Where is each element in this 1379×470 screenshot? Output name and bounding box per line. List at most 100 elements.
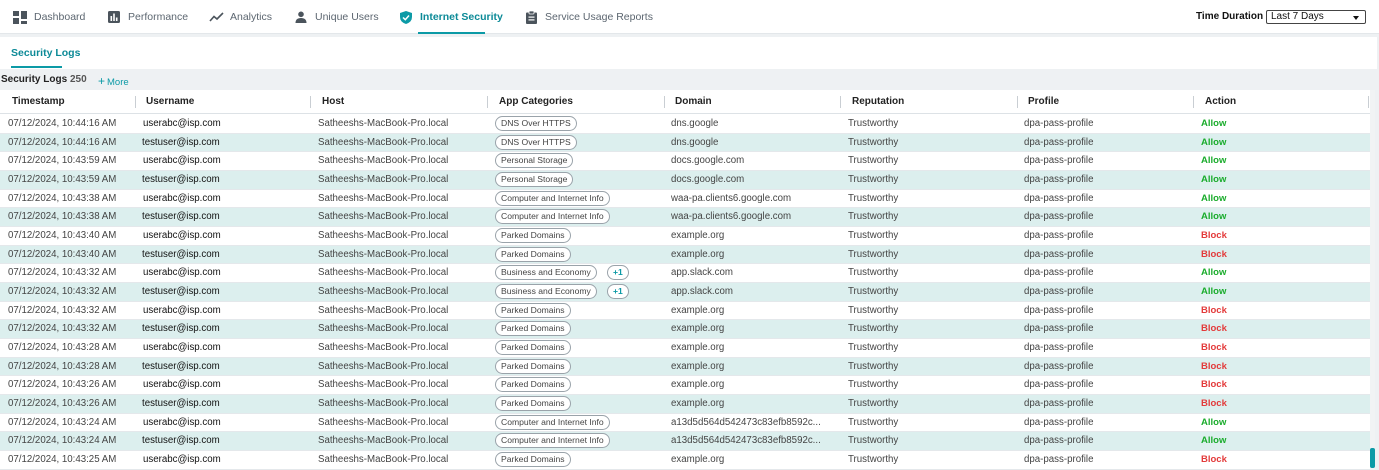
timestamp-cell: 07/12/2024, 10:43:32 AM (8, 304, 117, 316)
timestamp-cell: 07/12/2024, 10:43:24 AM (8, 435, 117, 447)
table-row[interactable]: 07/12/2024, 10:43:40 AM testuser@isp.com S… (0, 245, 1375, 265)
action-cell: Block (1201, 379, 1227, 391)
action-cell: Allow (1201, 155, 1227, 167)
scrollbar-thumb[interactable] (1370, 448, 1375, 468)
table-row[interactable]: 07/12/2024, 10:43:38 AM testuser@isp.com S… (0, 208, 1375, 227)
column-header-domain[interactable]: Domain (675, 96, 712, 107)
timestamp-cell: 07/12/2024, 10:43:28 AM (8, 360, 117, 372)
username-cell: userabc@isp.com (143, 229, 221, 241)
timestamp-cell: 07/12/2024, 10:43:38 AM (8, 192, 117, 204)
table-row[interactable]: 07/12/2024, 10:43:59 AM userabc@isp.com Sa… (0, 152, 1375, 171)
timestamp-cell: 07/12/2024, 10:43:32 AM (8, 267, 117, 279)
tab-unique-users[interactable]: Unique Users (293, 0, 379, 34)
more-categories-badge[interactable]: +1 (607, 283, 629, 299)
timestamp-cell: 07/12/2024, 10:43:26 AM (8, 397, 117, 409)
column-header-timestamp[interactable]: Timestamp (12, 96, 65, 107)
tab-service-usage-reports[interactable]: Service Usage Reports (523, 0, 653, 34)
column-divider[interactable] (1368, 96, 1369, 108)
column-divider[interactable] (1193, 96, 1194, 108)
reputation-cell: Trustworthy (848, 341, 899, 353)
table-row[interactable]: 07/12/2024, 10:43:40 AM userabc@isp.com Sa… (0, 227, 1375, 246)
column-header-action[interactable]: Action (1205, 96, 1236, 107)
domain-cell: app.slack.com (671, 285, 733, 297)
timestamp-cell: 07/12/2024, 10:43:32 AM (8, 285, 117, 297)
tab-internet-security[interactable]: Internet Security (398, 0, 503, 34)
column-header-reputation[interactable]: Reputation (852, 96, 904, 107)
domain-cell: example.org (671, 379, 725, 391)
table-row[interactable]: 07/12/2024, 10:43:25 AM userabc@isp.com Sa… (0, 451, 1375, 470)
action-cell: Allow (1201, 416, 1227, 428)
profile-cell: dpa-pass-profile (1024, 397, 1094, 409)
profile-cell: dpa-pass-profile (1024, 323, 1094, 335)
tab-dashboard[interactable]: Dashboard (12, 0, 85, 34)
table-row[interactable]: 07/12/2024, 10:43:32 AM testuser@isp.com S… (0, 282, 1375, 302)
column-header-host[interactable]: Host (322, 96, 344, 107)
column-header-profile[interactable]: Profile (1028, 96, 1059, 107)
column-divider[interactable] (135, 96, 136, 108)
table-row[interactable]: 07/12/2024, 10:43:32 AM userabc@isp.com Sa… (0, 264, 1375, 283)
table-row[interactable]: 07/12/2024, 10:44:16 AM userabc@isp.com Sa… (0, 115, 1375, 134)
action-cell: Allow (1201, 173, 1227, 185)
action-cell: Allow (1201, 435, 1227, 447)
column-divider[interactable] (487, 96, 488, 108)
more-button[interactable]: + More (98, 74, 129, 88)
domain-cell: example.org (671, 248, 725, 260)
table-row[interactable]: 07/12/2024, 10:43:59 AM testuser@isp.com S… (0, 170, 1375, 190)
table-row[interactable]: 07/12/2024, 10:43:28 AM testuser@isp.com S… (0, 357, 1375, 377)
tab-analytics[interactable]: Analytics (208, 0, 272, 34)
tab-label: Service Usage Reports (545, 11, 653, 23)
host-cell: Satheeshs-MacBook-Pro.local (318, 118, 449, 129)
clipboard-icon (523, 9, 539, 25)
domain-cell: docs.google.com (671, 173, 745, 185)
scrollbar-track[interactable] (1370, 90, 1375, 470)
table-row[interactable]: 07/12/2024, 10:43:32 AM testuser@isp.com S… (0, 320, 1375, 339)
column-header-username[interactable]: Username (146, 96, 194, 107)
action-cell: Block (1201, 304, 1227, 316)
domain-cell: example.org (671, 323, 725, 335)
table-row[interactable]: 07/12/2024, 10:43:32 AM userabc@isp.com Sa… (0, 302, 1375, 321)
table-row[interactable]: 07/12/2024, 10:43:38 AM userabc@isp.com Sa… (0, 190, 1375, 209)
column-divider[interactable] (310, 96, 311, 108)
host-cell: Satheeshs-MacBook-Pro.local (318, 248, 449, 260)
app-category-tag: Business and Economy (495, 283, 597, 299)
host-cell: Satheeshs-MacBook-Pro.local (318, 416, 449, 428)
reputation-cell: Trustworthy (848, 211, 899, 223)
username-cell: userabc@isp.com (143, 379, 221, 391)
sub-navigation: Security Logs (0, 37, 1377, 69)
reputation-cell: Trustworthy (848, 136, 899, 148)
username-cell: testuser@isp.com (142, 136, 220, 148)
profile-cell: dpa-pass-profile (1024, 211, 1094, 223)
time-duration-select[interactable]: Last 7 Days (1266, 10, 1366, 24)
reputation-cell: Trustworthy (848, 397, 899, 409)
table-row[interactable]: 07/12/2024, 10:43:24 AM userabc@isp.com Sa… (0, 414, 1375, 433)
table-row[interactable]: 07/12/2024, 10:43:24 AM testuser@isp.com S… (0, 432, 1375, 451)
table-row[interactable]: 07/12/2024, 10:43:26 AM userabc@isp.com Sa… (0, 376, 1375, 395)
domain-cell: a13d5d564d542473c83efb8592c... (671, 416, 821, 428)
username-cell: testuser@isp.com (142, 323, 220, 335)
column-header-app-categories[interactable]: App Categories (499, 96, 573, 107)
column-divider[interactable] (664, 96, 665, 108)
column-divider[interactable] (840, 96, 841, 108)
table-row[interactable]: 07/12/2024, 10:43:28 AM userabc@isp.com Sa… (0, 339, 1375, 358)
app-category-tag: Computer and Internet Info (495, 209, 610, 225)
more-categories-badge[interactable]: +1 (607, 265, 629, 281)
profile-cell: dpa-pass-profile (1024, 155, 1094, 167)
app-category-tag: Computer and Internet Info (495, 190, 610, 206)
profile-cell: dpa-pass-profile (1024, 229, 1094, 241)
tab-performance[interactable]: Performance (106, 0, 188, 34)
logs-title: Security Logs (1, 74, 68, 85)
timestamp-cell: 07/12/2024, 10:43:26 AM (8, 379, 117, 391)
reputation-cell: Trustworthy (848, 416, 899, 428)
domain-cell: example.org (671, 304, 725, 316)
column-divider[interactable] (1017, 96, 1018, 108)
subtab-security-logs[interactable]: Security Logs (11, 47, 80, 59)
time-duration-label: Time Duration (1196, 11, 1264, 22)
table-row[interactable]: 07/12/2024, 10:43:26 AM testuser@isp.com S… (0, 394, 1375, 414)
host-cell: Satheeshs-MacBook-Pro.local (318, 211, 449, 223)
table-row[interactable]: 07/12/2024, 10:44:16 AM testuser@isp.com S… (0, 133, 1375, 153)
reputation-cell: Trustworthy (848, 285, 899, 297)
app-category-tag: DNS Over HTTPS (495, 134, 577, 150)
username-cell: testuser@isp.com (142, 211, 220, 223)
profile-cell: dpa-pass-profile (1024, 341, 1094, 353)
timestamp-cell: 07/12/2024, 10:44:16 AM (8, 118, 117, 129)
